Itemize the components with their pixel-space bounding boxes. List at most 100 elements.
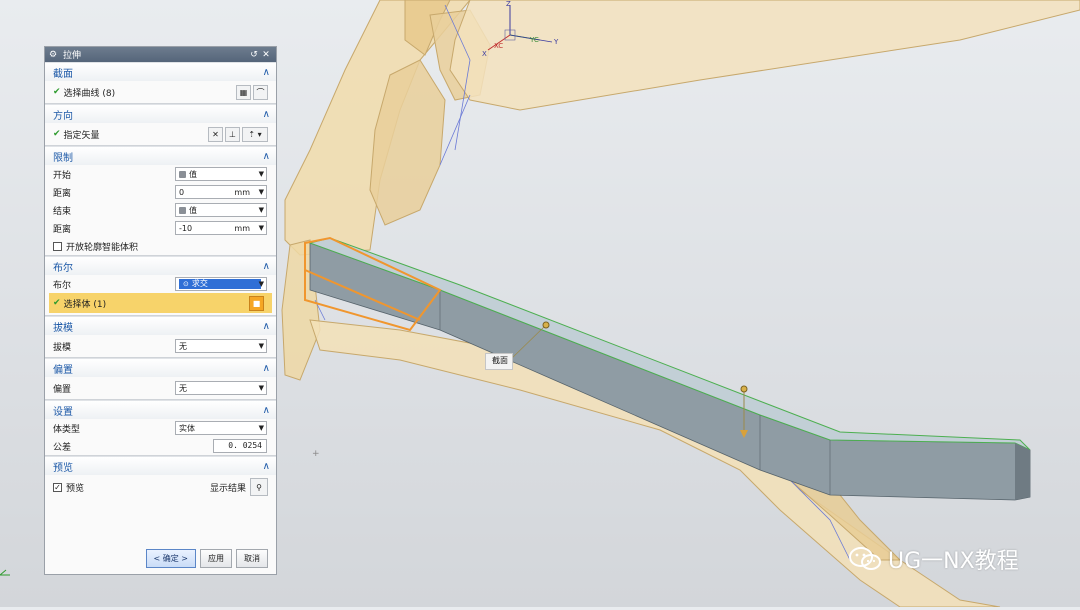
select-curve-label: 选择曲线 (8) xyxy=(63,88,116,99)
offset-header[interactable]: 偏置 ∧ xyxy=(45,358,276,377)
preview-group: 预览 ∧ ✓ 预览 显示结果 ⚲ xyxy=(45,456,276,499)
collapse-caret-icon[interactable]: ∧ xyxy=(263,461,270,472)
preview-header[interactable]: 预览 ∧ xyxy=(45,456,276,475)
collapse-caret-icon[interactable]: ∧ xyxy=(263,261,270,272)
tolerance-row: 公差 0. 0254 xyxy=(45,437,276,455)
select-body-row[interactable]: ✔ 选择体 (1) ■ xyxy=(49,293,272,313)
section-callout[interactable]: 截面 xyxy=(485,353,513,370)
start-select-value: 值 xyxy=(189,169,197,179)
boolean-row: 布尔 ⊙ 求交 ▼ xyxy=(45,275,276,293)
specify-vector-row[interactable]: ✔ 指定矢量 ✕ ⊥ ⇡ ▾ xyxy=(45,123,276,145)
extrude-dialog[interactable]: ⚙ 拉伸 ↺ ✕ 截面 ∧ ✔ 选择曲线 (8) ▦ ⌒ 方向 ∧ ✔ 指定矢量… xyxy=(44,46,277,575)
draft-header[interactable]: 拔模 ∧ xyxy=(45,316,276,335)
view-center-mark: + xyxy=(312,449,320,459)
gear-icon[interactable]: ⚙ xyxy=(49,50,59,60)
dialog-titlebar[interactable]: ⚙ 拉伸 ↺ ✕ xyxy=(45,47,276,62)
distance1-value: 0 xyxy=(179,187,185,197)
magnifier-icon[interactable]: ⚲ xyxy=(250,478,268,496)
boolean-header[interactable]: 布尔 ∧ xyxy=(45,256,276,275)
tolerance-input[interactable]: 0. 0254 xyxy=(213,439,267,453)
boolean-group: 布尔 ∧ 布尔 ⊙ 求交 ▼ ✔ 选择体 (1) ■ xyxy=(45,256,276,316)
collapse-caret-icon[interactable]: ∧ xyxy=(263,109,270,120)
offset-row: 偏置 无 ▼ xyxy=(45,377,276,399)
section-group: 截面 ∧ ✔ 选择曲线 (8) ▦ ⌒ xyxy=(45,62,276,104)
chevron-down-icon: ▼ xyxy=(258,342,264,350)
distance1-row: 距离 0 mm ▼ xyxy=(45,183,276,201)
start-select[interactable]: 值 ▼ xyxy=(175,167,267,181)
draft-select[interactable]: 无 ▼ xyxy=(175,339,267,353)
solid-body-icon[interactable]: ■ xyxy=(249,295,264,311)
settings-header-label: 设置 xyxy=(53,406,73,418)
cancel-button[interactable]: 取消 xyxy=(236,549,268,568)
draft-select-value: 无 xyxy=(179,341,187,351)
direction-header[interactable]: 方向 ∧ xyxy=(45,104,276,123)
settings-group: 设置 ∧ 体类型 实体 ▼ 公差 0. 0254 xyxy=(45,400,276,456)
boolean-select-value: 求交 xyxy=(191,279,208,288)
distance2-input[interactable]: -10 mm ▼ xyxy=(175,221,267,235)
preview-checkbox[interactable]: ✓ xyxy=(53,482,62,492)
chevron-down-icon[interactable]: ▼ xyxy=(259,186,264,199)
vector-dialog-icon[interactable]: ⊥ xyxy=(225,126,240,142)
chevron-down-icon: ▼ xyxy=(258,384,264,392)
ok-button[interactable]: < 确定 > xyxy=(145,549,196,568)
distance2-row: 距离 -10 mm ▼ xyxy=(45,219,276,237)
intersect-icon: ⊙ xyxy=(183,280,189,288)
open-profile-row[interactable]: 开放轮廓智能体积 xyxy=(45,237,276,255)
collapse-caret-icon[interactable]: ∧ xyxy=(263,67,270,78)
wcs-corner-icon xyxy=(0,569,10,576)
reverse-direction-icon[interactable]: ✕ xyxy=(208,126,223,142)
offset-select[interactable]: 无 ▼ xyxy=(175,381,267,395)
boolean-header-label: 布尔 xyxy=(53,262,73,274)
preview-row: ✓ 预览 显示结果 ⚲ xyxy=(45,475,276,499)
draft-header-label: 拔模 xyxy=(53,322,73,334)
close-icon[interactable]: ✕ xyxy=(260,50,272,60)
chevron-down-icon[interactable]: ▼ xyxy=(259,222,264,235)
value-icon xyxy=(179,206,186,214)
dialog-buttons: < 确定 > 应用 取消 xyxy=(45,549,276,568)
distance1-input[interactable]: 0 mm ▼ xyxy=(175,185,267,199)
start-row: 开始 值 ▼ xyxy=(45,165,276,183)
open-profile-checkbox[interactable] xyxy=(53,241,62,251)
checkmark-icon: ✔ xyxy=(53,87,61,97)
preview-header-label: 预览 xyxy=(53,462,73,474)
chevron-down-icon: ▼ xyxy=(258,170,264,178)
sketch-section-icon[interactable]: ▦ xyxy=(236,84,251,100)
watermark: UG一NX教程 xyxy=(848,543,1019,575)
vector-dropdown-icon[interactable]: ⇡ ▾ xyxy=(242,126,268,142)
body-type-select-value: 实体 xyxy=(179,423,195,433)
value-icon xyxy=(179,170,186,178)
apply-button[interactable]: 应用 xyxy=(200,549,232,568)
triad-y-label: Y xyxy=(553,38,559,46)
direction-group: 方向 ∧ ✔ 指定矢量 ✕ ⊥ ⇡ ▾ xyxy=(45,104,276,146)
select-curve-row[interactable]: ✔ 选择曲线 (8) ▦ ⌒ xyxy=(45,81,276,103)
limits-header[interactable]: 限制 ∧ xyxy=(45,146,276,165)
extrude-body[interactable] xyxy=(308,237,1031,501)
boolean-select[interactable]: ⊙ 求交 ▼ xyxy=(175,277,267,291)
end-row: 结束 值 ▼ xyxy=(45,201,276,219)
reset-icon[interactable]: ↺ xyxy=(248,50,260,60)
specify-vector-label: 指定矢量 xyxy=(63,130,100,141)
open-profile-label: 开放轮廓智能体积 xyxy=(66,242,139,253)
section-header[interactable]: 截面 ∧ xyxy=(45,62,276,81)
chevron-down-icon: ▼ xyxy=(258,280,264,288)
collapse-caret-icon[interactable]: ∧ xyxy=(263,321,270,332)
limits-header-label: 限制 xyxy=(53,152,73,164)
settings-header[interactable]: 设置 ∧ xyxy=(45,400,276,419)
chevron-down-icon: ▼ xyxy=(258,206,264,214)
draft-group: 拔模 ∧ 拔模 无 ▼ xyxy=(45,316,276,358)
dialog-title: 拉伸 xyxy=(63,51,82,61)
show-result-label: 显示结果 xyxy=(209,483,246,494)
collapse-caret-icon[interactable]: ∧ xyxy=(263,151,270,162)
distance2-unit: mm xyxy=(234,224,250,233)
boolean-select-highlight: ⊙ 求交 xyxy=(179,279,261,289)
curve-select-icon[interactable]: ⌒ xyxy=(253,84,268,100)
collapse-caret-icon[interactable]: ∧ xyxy=(263,405,270,416)
end-select[interactable]: 值 ▼ xyxy=(175,203,267,217)
body-type-row: 体类型 实体 ▼ xyxy=(45,419,276,437)
checkmark-icon: ✔ xyxy=(53,129,61,139)
collapse-caret-icon[interactable]: ∧ xyxy=(263,363,270,374)
body-type-select[interactable]: 实体 ▼ xyxy=(175,421,267,435)
offset-select-value: 无 xyxy=(179,383,187,393)
triad-xc-label: XC xyxy=(494,42,503,50)
limits-group: 限制 ∧ 开始 值 ▼ 距离 0 mm ▼ 结束 值 ▼ 距离 -10 mm ▼… xyxy=(45,146,276,256)
